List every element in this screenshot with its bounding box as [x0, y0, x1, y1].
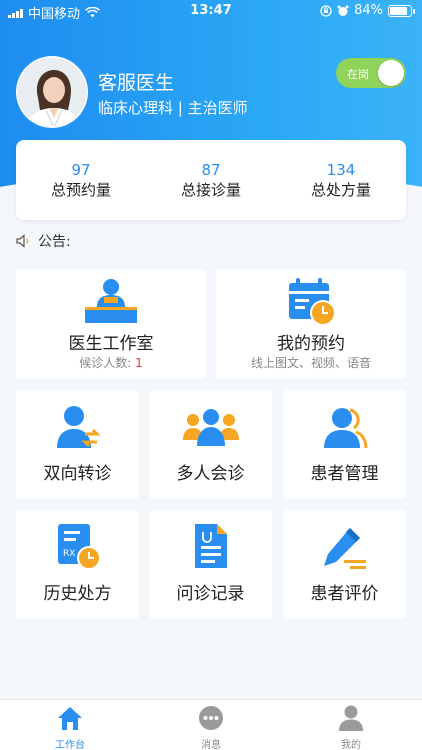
stat-consultations[interactable]: 87 总接诊量: [146, 140, 276, 220]
waiting-count: 候诊人数: 1: [16, 354, 206, 371]
alarm-icon: [337, 5, 349, 16]
card-title: 我的预约: [277, 334, 345, 354]
user-icon: [339, 705, 363, 731]
patient-management-card[interactable]: 患者管理: [283, 390, 406, 499]
card-title: 患者评价: [310, 584, 379, 604]
battery-icon: [388, 4, 415, 17]
stat-prescriptions[interactable]: 134 总处方量: [276, 140, 406, 220]
card-title: 历史处方: [43, 584, 112, 604]
orientation-lock-icon: [320, 4, 332, 17]
tab-bar: 工作台 消息 我的: [0, 699, 422, 750]
home-icon: [58, 707, 82, 730]
doctor-desk-icon: [85, 279, 137, 323]
tab-label: 我的: [341, 740, 361, 750]
doctor-studio-card[interactable]: 医生工作室 候诊人数: 1: [16, 269, 206, 379]
my-appointment-card[interactable]: 我的预约 线上图文、视频、语音: [216, 269, 406, 379]
stat-label: 总处方量: [310, 181, 371, 199]
consultation-records-card[interactable]: 问诊记录: [149, 510, 272, 619]
doctor-title: 临床心理科 | 主治医师: [98, 99, 248, 117]
waiting-label: 候诊人数:: [79, 356, 132, 370]
status-bar: 中国移动 13:47 84%: [0, 0, 422, 22]
stat-label: 总接诊量: [180, 181, 241, 199]
toggle-knob: [378, 60, 404, 86]
stats-card: 97 总预约量 87 总接诊量 134 总处方量: [16, 140, 406, 220]
tab-messages[interactable]: 消息: [171, 705, 251, 750]
stat-value: 87: [201, 161, 221, 179]
card-title: 医生工作室: [68, 334, 154, 354]
speaker-icon: [16, 234, 29, 248]
stat-appointments[interactable]: 97 总预约量: [16, 140, 146, 220]
card-title: 患者管理: [310, 464, 379, 484]
card-title: 双向转诊: [43, 464, 112, 484]
card-title: 问诊记录: [176, 584, 245, 604]
battery-percent: 84%: [354, 3, 383, 18]
duty-toggle-label: 在岗: [347, 68, 369, 81]
doctor-name: 客服医生: [98, 72, 175, 94]
doctor-avatar[interactable]: [16, 56, 88, 128]
calendar-icon: [289, 278, 336, 326]
card-subtitle: 线上图文、视频、语音: [250, 356, 371, 370]
patient-reviews-card[interactable]: 患者评价: [283, 510, 406, 619]
chat-icon: [199, 706, 223, 730]
card-title: 多人会诊: [176, 464, 245, 484]
notice-bar[interactable]: 公告:: [16, 231, 71, 251]
tab-label: 消息: [201, 740, 221, 750]
tab-profile[interactable]: 我的: [311, 705, 391, 750]
tab-label: 工作台: [55, 740, 85, 750]
prescription-clock-icon: RX: [57, 524, 101, 570]
pen-icon: [323, 528, 366, 569]
consultation-card[interactable]: 多人会诊: [149, 390, 272, 499]
group-icon: [182, 409, 239, 446]
referral-card[interactable]: 双向转诊: [16, 390, 139, 499]
stat-label: 总预约量: [50, 181, 111, 199]
notice-label: 公告:: [38, 234, 71, 250]
svg-text:RX: RX: [63, 549, 75, 559]
tab-workbench[interactable]: 工作台: [30, 705, 110, 750]
duty-toggle[interactable]: 在岗: [336, 58, 406, 88]
waiting-value: 1: [135, 356, 143, 370]
stat-value: 97: [71, 161, 91, 179]
patient-icon: [323, 408, 367, 449]
history-prescription-card[interactable]: RX 历史处方: [16, 510, 139, 619]
transfer-user-icon: [56, 406, 101, 448]
document-stethoscope-icon: [194, 524, 227, 568]
stat-value: 134: [326, 161, 356, 179]
